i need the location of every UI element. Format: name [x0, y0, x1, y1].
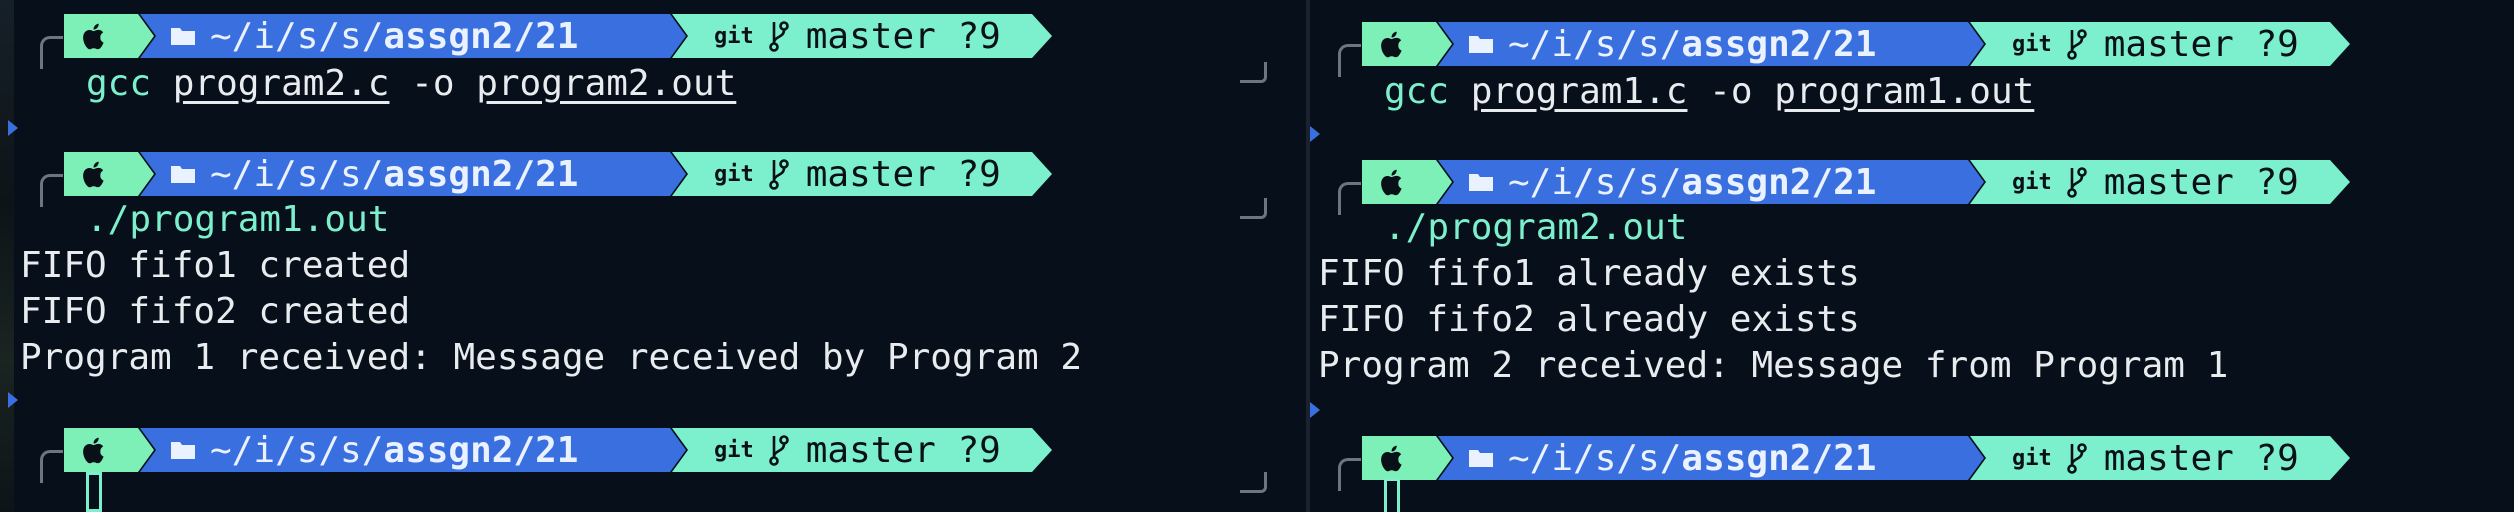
path-segment: ~/i/s/s/assgn2/21 [1438, 436, 1984, 480]
prompt-corner [1338, 458, 1361, 491]
pane-edge-decoration [0, 0, 14, 512]
right-prompt-marker [1240, 198, 1267, 219]
terminal-window: ~/i/s/s/assgn2/21 git master ?9 gcc prog… [0, 0, 2514, 512]
git-segment: git master ?9 [672, 152, 1052, 196]
path-current: assgn2/21 [1681, 161, 1877, 203]
path-dim: ~/i/s/s/ [210, 429, 384, 471]
command-line: gcc program1.c -o program1.out [1384, 70, 2034, 114]
folder-icon [171, 166, 195, 183]
text-cursor [1384, 478, 1400, 512]
path-current: assgn2/21 [1681, 437, 1877, 479]
command-arg: program2.c [172, 63, 390, 104]
path-segment: ~/i/s/s/assgn2/21 [1438, 22, 1984, 66]
path-current: assgn2/21 [383, 153, 579, 195]
git-label: git [2012, 445, 2052, 471]
output-line: Program 1 received: Message received by … [20, 337, 1083, 378]
command-line: ./program1.out [86, 199, 390, 240]
command-line: ./program2.out [1384, 207, 1688, 248]
path-dim: ~/i/s/s/ [210, 153, 384, 195]
git-branch-name: master ?9 [805, 15, 1001, 57]
path-segment: ~/i/s/s/assgn2/21 [1438, 160, 1984, 204]
command-arg: program2.out [476, 63, 737, 104]
git-segment: git master ?9 [1970, 22, 2350, 66]
git-branch-name: master ?9 [2103, 437, 2299, 479]
git-segment: git master ?9 [1970, 160, 2350, 204]
output-line: Program 2 received: Message from Program… [1318, 345, 2229, 386]
git-branch-icon [2066, 29, 2087, 60]
git-segment: git master ?9 [1970, 436, 2350, 480]
os-segment [64, 14, 154, 58]
git-branch-icon [768, 159, 789, 190]
git-label: git [2012, 31, 2052, 57]
path-dim: ~/i/s/s/ [210, 15, 384, 57]
right-prompt-marker [1240, 62, 1267, 83]
apple-icon [83, 437, 104, 464]
git-branch-name: master ?9 [805, 153, 1001, 195]
apple-icon [83, 161, 104, 188]
os-segment [1362, 160, 1452, 204]
path-current: assgn2/21 [1681, 23, 1877, 65]
command-binary: gcc [1384, 71, 1450, 112]
right-prompt-marker [1240, 472, 1267, 493]
apple-icon [83, 23, 104, 50]
git-branch-name: master ?9 [2103, 23, 2299, 65]
command-binary: gcc [86, 63, 152, 104]
path-dim: ~/i/s/s/ [1508, 437, 1682, 479]
edge-marker [8, 120, 18, 136]
output-line: FIFO fifo2 created [20, 291, 411, 332]
command-flag: -o [411, 63, 455, 104]
path-current: assgn2/21 [383, 429, 579, 471]
git-label: git [714, 437, 754, 463]
git-segment: git master ?9 [672, 14, 1052, 58]
path-dim: ~/i/s/s/ [1508, 161, 1682, 203]
prompt-corner [1338, 44, 1361, 77]
prompt-corner [40, 174, 63, 207]
command-arg: program1.c [1470, 71, 1688, 112]
folder-icon [1469, 36, 1493, 53]
folder-icon [171, 28, 195, 45]
folder-icon [1469, 174, 1493, 191]
path-segment: ~/i/s/s/assgn2/21 [140, 152, 686, 196]
os-segment [64, 428, 154, 472]
output-line: FIFO fifo1 already exists [1318, 253, 1860, 294]
folder-icon [1469, 450, 1493, 467]
apple-icon [1381, 169, 1402, 196]
os-segment [1362, 436, 1452, 480]
terminal-pane-right[interactable]: ~/i/s/s/assgn2/21 git master ?9 gcc prog… [1310, 0, 2514, 512]
output-line: FIFO fifo1 created [20, 245, 411, 286]
git-label: git [714, 161, 754, 187]
git-branch-icon [768, 21, 789, 52]
folder-icon [171, 442, 195, 459]
git-segment: git master ?9 [672, 428, 1052, 472]
path-current: assgn2/21 [383, 15, 579, 57]
prompt-corner [40, 36, 63, 69]
text-cursor [86, 472, 102, 512]
apple-icon [1381, 445, 1402, 472]
path-segment: ~/i/s/s/assgn2/21 [140, 14, 686, 58]
command-line: gcc program2.c -o program2.out [86, 62, 736, 106]
git-branch-name: master ?9 [805, 429, 1001, 471]
terminal-pane-left[interactable]: ~/i/s/s/assgn2/21 git master ?9 gcc prog… [0, 0, 1306, 512]
os-segment [1362, 22, 1452, 66]
prompt-corner [40, 450, 63, 483]
command-arg: program1.out [1774, 71, 2035, 112]
prompt-corner [1338, 182, 1361, 215]
edge-marker [1310, 402, 1320, 418]
git-branch-icon [2066, 167, 2087, 198]
git-label: git [714, 23, 754, 49]
path-dim: ~/i/s/s/ [1508, 23, 1682, 65]
output-line: FIFO fifo2 already exists [1318, 299, 1860, 340]
path-segment: ~/i/s/s/assgn2/21 [140, 428, 686, 472]
git-branch-icon [2066, 443, 2087, 474]
apple-icon [1381, 31, 1402, 58]
git-label: git [2012, 169, 2052, 195]
git-branch-icon [768, 435, 789, 466]
edge-marker [8, 392, 18, 408]
git-branch-name: master ?9 [2103, 161, 2299, 203]
command-flag: -o [1709, 71, 1753, 112]
os-segment [64, 152, 154, 196]
edge-marker [1310, 126, 1320, 142]
